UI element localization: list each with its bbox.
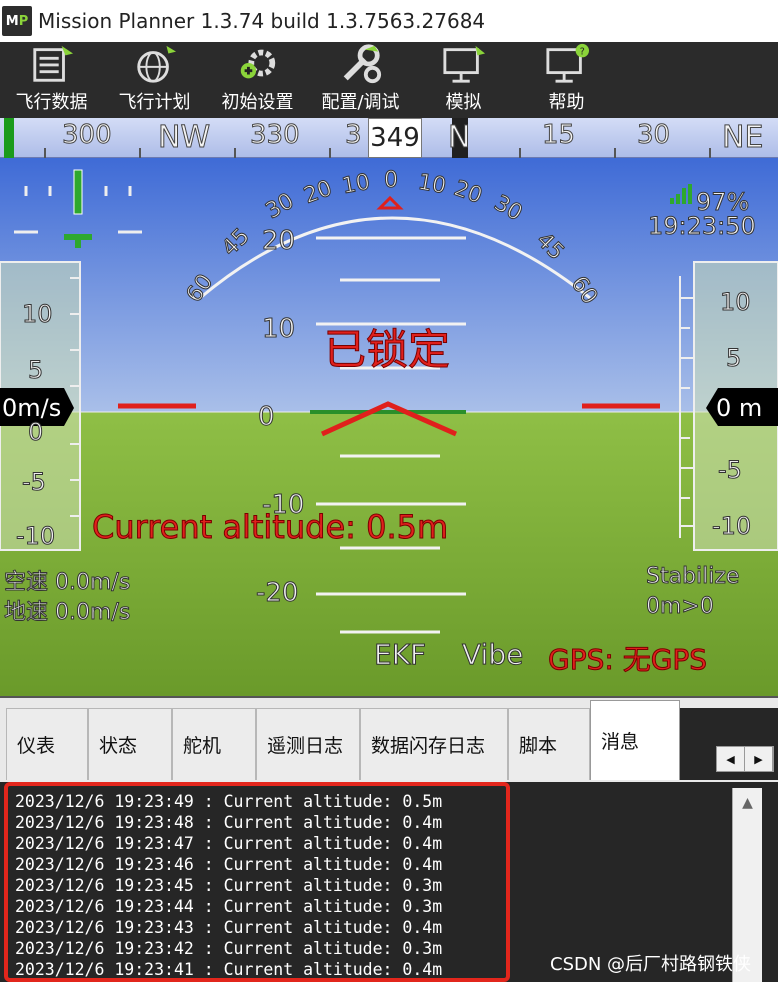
main-toolbar: 飞行数据 飞行计划 初始设置 配置/调试 模拟 ? 帮助 xyxy=(0,42,778,118)
simulation-button[interactable]: 模拟 xyxy=(412,42,515,118)
speed-readout: 0m/s xyxy=(2,394,62,422)
heading-label-nw: NW xyxy=(157,120,211,156)
gps-status: GPS: 无GPS xyxy=(547,643,708,677)
heading-label-3: 3 xyxy=(345,120,363,151)
tab-servo[interactable]: 舵机 xyxy=(172,708,256,780)
help-icon: ? xyxy=(545,43,589,83)
speed-tick-minus5: -5 xyxy=(22,468,47,497)
watermark: CSDN @后厂村路钢铁侠 xyxy=(550,954,752,975)
message-line: 2023/12/6 19:23:47 : Current altitude: 0… xyxy=(15,834,443,853)
tab-telemetry-logs[interactable]: 遥测日志 xyxy=(256,708,360,780)
speed-tick-0: 0 xyxy=(27,418,44,447)
pitch-label-minus20: -20 xyxy=(255,578,299,609)
initial-setup-button[interactable]: 初始设置 xyxy=(206,42,309,118)
tab-scroll-right-button[interactable]: ▶ xyxy=(745,747,773,771)
message-line: 2023/12/6 19:23:41 : Current altitude: 0… xyxy=(15,960,443,979)
message-line: 2023/12/6 19:23:44 : Current altitude: 0… xyxy=(15,897,443,916)
app-logo: MP xyxy=(2,6,32,36)
pitch-label-20: 20 xyxy=(261,226,296,257)
data-tabs: 仪表 状态 舵机 遥测日志 数据闪存日志 脚本 消息 ◀ ▶ xyxy=(0,696,778,782)
heading-label-ne: NE xyxy=(721,120,764,156)
simulation-icon xyxy=(442,45,485,83)
heading-label-30: 30 xyxy=(636,120,671,151)
message-line: 2023/12/6 19:23:43 : Current altitude: 0… xyxy=(15,918,443,937)
speed-tick-5: 5 xyxy=(27,356,44,385)
ekf-status[interactable]: EKF xyxy=(373,638,426,672)
tab-scripts[interactable]: 脚本 xyxy=(508,708,590,780)
tab-scroll-buttons: ◀ ▶ xyxy=(716,746,774,772)
roll-label-center: 0 xyxy=(384,168,399,194)
message-list-highlight: 2023/12/6 19:23:49 : Current altitude: 0… xyxy=(4,782,510,982)
flight-plan-icon xyxy=(136,45,176,83)
help-label: 帮助 xyxy=(548,92,585,113)
initial-setup-label: 初始设置 xyxy=(221,92,294,113)
tab-status[interactable]: 状态 xyxy=(88,708,172,780)
current-heading: 349 xyxy=(368,118,422,158)
message-line: 2023/12/6 19:23:48 : Current altitude: 0… xyxy=(15,813,443,832)
message-line: 2023/12/6 19:23:46 : Current altitude: 0… xyxy=(15,855,443,874)
hud-clock: 19:23:50 xyxy=(648,212,757,241)
alt-tick-minus5: -5 xyxy=(718,456,743,485)
config-tuning-label: 配置/调试 xyxy=(321,92,400,113)
heading-label-15: 15 xyxy=(541,120,576,151)
message-line: 2023/12/6 19:23:49 : Current altitude: 0… xyxy=(15,792,443,811)
flight-plan-label: 飞行计划 xyxy=(118,92,191,113)
heading-label-330: 330 xyxy=(250,120,301,151)
config-tuning-icon xyxy=(343,44,381,84)
roll-label-r10: 10 xyxy=(416,169,449,200)
window-title: Mission Planner 1.3.74 build 1.3.7563.27… xyxy=(38,9,486,33)
altitude-readout: 0 m xyxy=(716,394,763,422)
pitch-label-10: 10 xyxy=(261,314,296,345)
message-line: 2023/12/6 19:23:45 : Current altitude: 0… xyxy=(15,876,443,895)
alt-tick-minus10: -10 xyxy=(711,512,752,541)
speed-tick-10: 10 xyxy=(22,300,54,329)
initial-setup-icon xyxy=(240,49,275,79)
message-line: 2023/12/6 19:23:42 : Current altitude: 0… xyxy=(15,939,443,958)
heading-label-n: N xyxy=(447,120,471,156)
tab-quick[interactable]: 仪表 xyxy=(6,708,88,780)
alt-tick-10: 10 xyxy=(720,288,752,317)
config-tuning-button[interactable]: 配置/调试 xyxy=(309,42,412,118)
messages-panel: 2023/12/6 19:23:49 : Current altitude: 0… xyxy=(0,782,778,982)
flight-mode-sub: 0m>0 xyxy=(646,594,715,620)
tab-dataflash-logs[interactable]: 数据闪存日志 xyxy=(360,708,508,780)
vibe-status[interactable]: Vibe xyxy=(461,638,523,672)
groundspeed: 地速 0.0m/s xyxy=(3,600,131,626)
alt-tick-5: 5 xyxy=(725,344,742,373)
flight-data-label: 飞行数据 xyxy=(15,92,88,113)
flight-mode: Stabilize xyxy=(645,564,740,590)
altitude-message: Current altitude: 0.5m xyxy=(91,508,449,547)
heading-tape: 300 NW 330 3 349 N 15 30 NE xyxy=(0,118,778,158)
tab-scroll-left-button[interactable]: ◀ xyxy=(717,747,745,771)
flight-data-icon xyxy=(32,45,73,82)
flight-data-button[interactable]: 飞行数据 xyxy=(0,42,103,118)
speed-tick-minus10: -10 xyxy=(15,522,56,551)
airspeed: 空速 0.0m/s xyxy=(3,570,131,596)
flight-plan-button[interactable]: 飞行计划 xyxy=(103,42,206,118)
tab-messages[interactable]: 消息 xyxy=(590,700,680,780)
svg-text:?: ? xyxy=(579,46,584,57)
scroll-up-icon[interactable]: ▲ xyxy=(733,788,762,818)
help-button[interactable]: ? 帮助 xyxy=(515,42,618,118)
simulation-label: 模拟 xyxy=(445,92,482,113)
armed-status: 已锁定 xyxy=(323,325,451,375)
title-bar: MP Mission Planner 1.3.74 build 1.3.7563… xyxy=(0,0,778,42)
hud-display: 60 45 30 20 10 0 10 20 30 45 60 20 10 0 … xyxy=(0,158,778,696)
pitch-label-0: 0 xyxy=(258,402,276,433)
roll-label-l10: 10 xyxy=(340,169,373,200)
heading-label-300: 300 xyxy=(62,120,113,151)
